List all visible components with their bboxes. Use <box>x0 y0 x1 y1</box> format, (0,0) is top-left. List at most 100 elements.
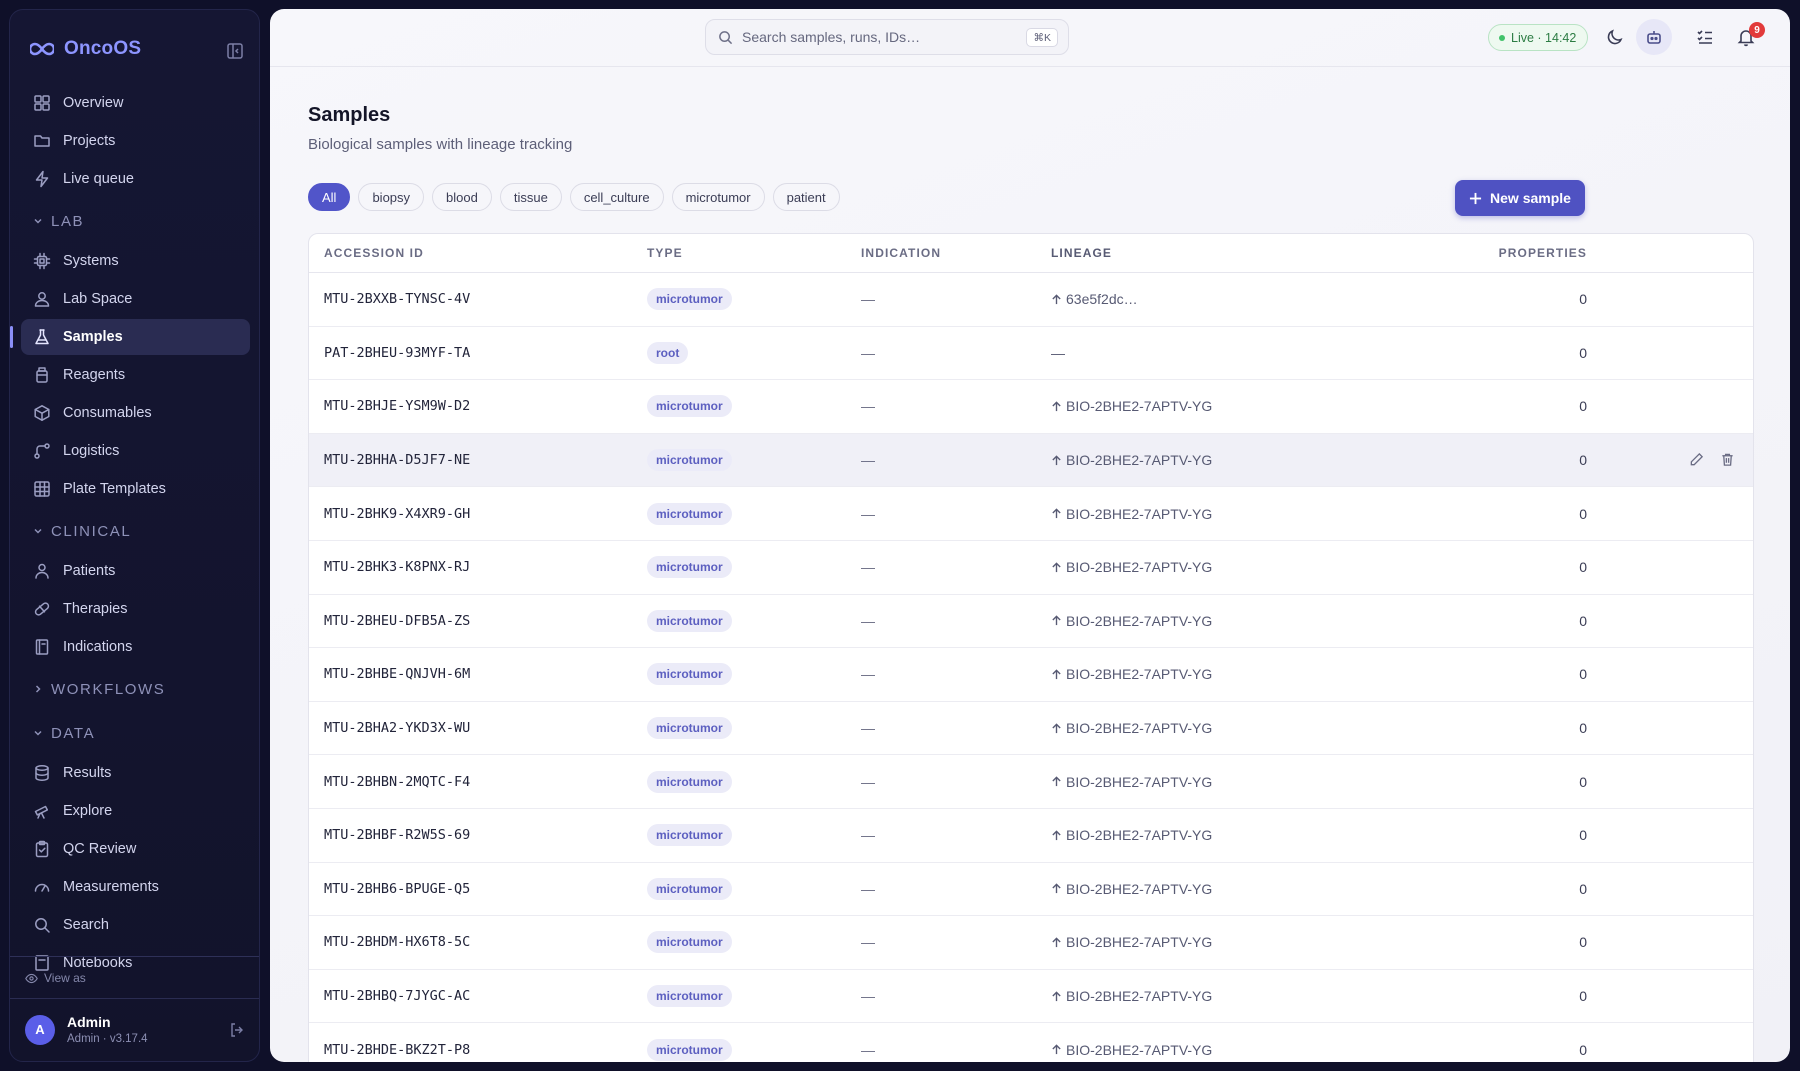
accession-id[interactable]: MTU-2BHK9-X4XR9-GH <box>309 506 647 522</box>
col-lineage-header[interactable]: LINEAGE <box>1051 246 1431 260</box>
accession-id[interactable]: MTU-2BHHA-D5JF7-NE <box>309 452 647 468</box>
col-properties-header[interactable]: PROPERTIES <box>1431 246 1587 260</box>
lineage-cell[interactable]: BIO-2BHE2-7APTV-YG <box>1051 934 1431 950</box>
table-row[interactable]: MTU-2BXXB-TYNSC-4V microtumor — 63e5f2dc… <box>309 273 1753 327</box>
accession-id[interactable]: MTU-2BHDM-HX6T8-5C <box>309 934 647 950</box>
sidebar-section-lab[interactable]: LAB <box>21 199 250 243</box>
table-row[interactable]: MTU-2BHDM-HX6T8-5C microtumor — BIO-2BHE… <box>309 916 1753 970</box>
sidebar-item-therapies[interactable]: Therapies <box>21 591 250 627</box>
lineage-cell[interactable]: BIO-2BHE2-7APTV-YG <box>1051 559 1431 575</box>
table-row[interactable]: MTU-2BHBF-R2W5S-69 microtumor — BIO-2BHE… <box>309 809 1753 863</box>
lineage-cell[interactable]: BIO-2BHE2-7APTV-YG <box>1051 881 1431 897</box>
view-as-button[interactable]: View as <box>25 971 86 985</box>
sidebar-item-live-queue[interactable]: Live queue <box>21 161 250 197</box>
sidebar-item-search[interactable]: Search <box>21 907 250 943</box>
sidebar-item-lab-space[interactable]: Lab Space <box>21 281 250 317</box>
lineage-cell[interactable]: BIO-2BHE2-7APTV-YG <box>1051 720 1431 736</box>
properties-count: 0 <box>1579 398 1587 415</box>
table-row[interactable]: MTU-2BHA2-YKD3X-WU microtumor — BIO-2BHE… <box>309 702 1753 756</box>
brand[interactable]: OncoOS <box>30 38 141 60</box>
logout-icon[interactable] <box>229 1022 245 1038</box>
lineage-cell[interactable]: BIO-2BHE2-7APTV-YG <box>1051 506 1431 522</box>
accession-id[interactable]: MTU-2BHB6-BPUGE-Q5 <box>309 881 647 897</box>
user-profile[interactable]: A Admin Admin · v3.17.4 <box>25 1014 148 1045</box>
search-input[interactable] <box>742 29 1022 45</box>
sidebar-item-results[interactable]: Results <box>21 755 250 791</box>
live-status-badge[interactable]: Live · 14:42 <box>1488 24 1589 51</box>
col-indication-header[interactable]: INDICATION <box>861 246 1051 260</box>
moon-icon[interactable] <box>1605 27 1625 47</box>
sidebar-item-samples[interactable]: Samples <box>10 319 250 355</box>
sidebar-item-patients[interactable]: Patients <box>21 553 250 589</box>
type-tag: microtumor <box>647 395 732 418</box>
sidebar-section-workflows[interactable]: WORKFLOWS <box>21 667 250 711</box>
trash-icon[interactable] <box>1720 452 1735 467</box>
sidebar-item-qc-review[interactable]: QC Review <box>21 831 250 867</box>
table-row[interactable]: MTU-2BHBN-2MQTC-F4 microtumor — BIO-2BHE… <box>309 755 1753 809</box>
sidebar-section-clinical[interactable]: CLINICAL <box>21 509 250 553</box>
lineage-cell[interactable]: BIO-2BHE2-7APTV-YG <box>1051 398 1431 414</box>
col-type-header[interactable]: TYPE <box>647 246 861 260</box>
sidebar-item-consumables[interactable]: Consumables <box>21 395 250 431</box>
lineage-cell[interactable]: BIO-2BHE2-7APTV-YG <box>1051 452 1431 468</box>
accession-id[interactable]: MTU-2BHEU-DFB5A-ZS <box>309 613 647 629</box>
sidebar-item-indications[interactable]: Indications <box>21 629 250 665</box>
global-search[interactable]: ⌘K <box>705 19 1069 55</box>
table-row[interactable]: MTU-2BHJE-YSM9W-D2 microtumor — BIO-2BHE… <box>309 380 1753 434</box>
lineage-cell[interactable]: BIO-2BHE2-7APTV-YG <box>1051 988 1431 1004</box>
sidebar-item-projects[interactable]: Projects <box>21 123 250 159</box>
lineage-cell[interactable]: BIO-2BHE2-7APTV-YG <box>1051 613 1431 629</box>
type-cell: microtumor <box>647 824 861 847</box>
accession-id[interactable]: PAT-2BHEU-93MYF-TA <box>309 345 647 361</box>
sidebar-item-reagents[interactable]: Reagents <box>21 357 250 393</box>
accession-id[interactable]: MTU-2BHBQ-7JYGC-AC <box>309 988 647 1004</box>
sidebar-item-measurements[interactable]: Measurements <box>21 869 250 905</box>
table-row[interactable]: MTU-2BHB6-BPUGE-Q5 microtumor — BIO-2BHE… <box>309 863 1753 917</box>
sidebar-item-explore[interactable]: Explore <box>21 793 250 829</box>
accession-id[interactable]: MTU-2BHBN-2MQTC-F4 <box>309 774 647 790</box>
lineage-cell[interactable]: 63e5f2dc… <box>1051 291 1431 307</box>
sidebar-item-overview[interactable]: Overview <box>21 85 250 121</box>
table-row[interactable]: MTU-2BHK3-K8PNX-RJ microtumor — BIO-2BHE… <box>309 541 1753 595</box>
lineage-cell[interactable]: BIO-2BHE2-7APTV-YG <box>1051 774 1431 790</box>
collapse-sidebar-icon[interactable] <box>226 42 244 60</box>
filter-chip-all[interactable]: All <box>308 183 351 211</box>
table-row[interactable]: MTU-2BHDE-BKZ2T-P8 microtumor — BIO-2BHE… <box>309 1023 1753 1062</box>
table-row[interactable]: MTU-2BHEU-DFB5A-ZS microtumor — BIO-2BHE… <box>309 595 1753 649</box>
grid-icon <box>34 95 50 111</box>
lineage-cell[interactable]: BIO-2BHE2-7APTV-YG <box>1051 1042 1431 1058</box>
table-row[interactable]: MTU-2BHHA-D5JF7-NE microtumor — BIO-2BHE… <box>309 433 1753 488</box>
table-row[interactable]: MTU-2BHBE-QNJVH-6M microtumor — BIO-2BHE… <box>309 648 1753 702</box>
accession-id[interactable]: MTU-2BHA2-YKD3X-WU <box>309 720 647 736</box>
sidebar-section-data[interactable]: DATA <box>21 711 250 755</box>
bot-icon[interactable] <box>1636 19 1672 55</box>
filter-chip-microtumor[interactable]: microtumor <box>671 183 765 211</box>
sidebar-item-label: Notebooks <box>63 955 133 971</box>
accession-id[interactable]: MTU-2BHBE-QNJVH-6M <box>309 666 647 682</box>
table-row[interactable]: PAT-2BHEU-93MYF-TA root — — 0 <box>309 327 1753 381</box>
table-row[interactable]: MTU-2BHK9-X4XR9-GH microtumor — BIO-2BHE… <box>309 487 1753 541</box>
sidebar-item-logistics[interactable]: Logistics <box>21 433 250 469</box>
table-row[interactable]: MTU-2BHBQ-7JYGC-AC microtumor — BIO-2BHE… <box>309 970 1753 1024</box>
col-accession-header[interactable]: ACCESSION ID <box>309 246 647 260</box>
filter-chip-patient[interactable]: patient <box>772 183 840 211</box>
filter-chip-tissue[interactable]: tissue <box>499 183 562 211</box>
lineage-cell[interactable]: BIO-2BHE2-7APTV-YG <box>1051 827 1431 843</box>
filter-chip-blood[interactable]: blood <box>432 183 492 211</box>
filter-chip-biopsy[interactable]: biopsy <box>358 183 425 211</box>
lineage-value: BIO-2BHE2-7APTV-YG <box>1066 720 1213 737</box>
accession-id[interactable]: MTU-2BHBF-R2W5S-69 <box>309 827 647 843</box>
lineage-cell[interactable]: BIO-2BHE2-7APTV-YG <box>1051 666 1431 682</box>
edit-icon[interactable] <box>1689 452 1704 467</box>
new-sample-button[interactable]: New sample <box>1455 180 1585 216</box>
filter-chip-cell-culture[interactable]: cell_culture <box>569 183 664 211</box>
accession-id[interactable]: MTU-2BXXB-TYNSC-4V <box>309 291 647 307</box>
accession-id[interactable]: MTU-2BHJE-YSM9W-D2 <box>309 398 647 414</box>
sidebar-item-systems[interactable]: Systems <box>21 243 250 279</box>
lineage-value: BIO-2BHE2-7APTV-YG <box>1066 505 1213 522</box>
accession-id[interactable]: MTU-2BHDE-BKZ2T-P8 <box>309 1042 647 1058</box>
sidebar-item-plate-templates[interactable]: Plate Templates <box>21 471 250 507</box>
accession-id[interactable]: MTU-2BHK3-K8PNX-RJ <box>309 559 647 575</box>
infinity-logo-icon <box>30 42 54 56</box>
task-list-icon[interactable] <box>1695 27 1715 47</box>
